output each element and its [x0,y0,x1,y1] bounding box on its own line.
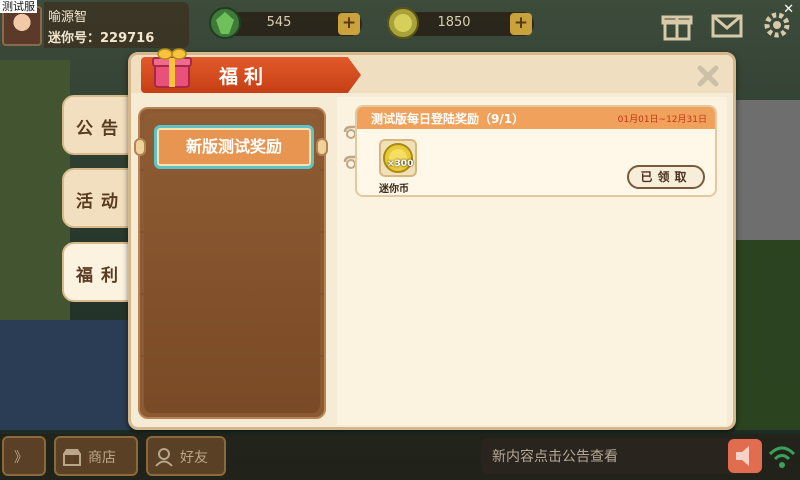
gem-value: 545 [266,15,292,30]
reward-title: 测试版每日登陆奖励（9/1） [371,112,525,126]
claimed-button[interactable]: 已领取 [627,165,705,189]
reward-category-list: 新版测试奖励 [134,107,328,419]
tab-activity-label: 活动 [76,192,126,212]
mail-icon[interactable] [710,8,744,42]
expand-button[interactable]: 》 [2,436,46,476]
friends-label: 好友 [180,450,208,466]
shop-button[interactable]: 商店 [54,436,138,476]
user-name: 喻源智 [48,10,88,25]
gem-counter: 545 + [209,7,362,39]
announcement-ticker[interactable]: 新内容点击公告查看 [482,438,762,474]
close-icon[interactable] [695,63,721,89]
top-bar: 喻源智 迷你号：229716 545 + 1850 + [0,0,800,50]
nav-knob-right [316,138,328,156]
reward-item-label: 迷你币 [379,184,409,195]
mini-coin-icon [383,143,413,173]
shop-label: 商店 [88,450,116,466]
modal-title: 福利 [219,66,270,88]
reward-item-count: ×300 [387,159,414,169]
gift-box-icon [152,48,192,88]
reward-card: 测试版每日登陆奖励（9/1） 01月01日~12月31日 ×300 迷你币 已领… [355,105,717,197]
shop-icon [63,449,81,466]
gift-icon[interactable] [660,8,694,42]
bottom-bar: 》 商店 好友 新内容点击公告查看 [0,434,800,480]
gem-add-button[interactable]: + [338,13,360,35]
welfare-modal: 福利 新版测试奖励 测试版每日登陆奖励（9/1） 01月01日~12月31日 ×… [128,48,736,430]
nav-knob-left [134,138,146,156]
nav-item-new-test-reward[interactable]: 新版测试奖励 [154,125,314,169]
user-id: 迷你号：229716 [48,31,155,46]
reward-list: 测试版每日登陆奖励（9/1） 01月01日~12月31日 ×300 迷你币 已领… [337,97,727,425]
window-title: 测试服 [0,0,37,13]
tab-announcement-label: 公告 [76,119,126,139]
friends-icon [155,448,173,467]
wifi-icon [768,446,796,468]
coin-add-button[interactable]: + [510,13,532,35]
expand-icon: 》 [14,450,28,466]
reward-date-range: 01月01日~12月31日 [617,115,707,125]
window-close-icon[interactable]: ✕ [783,2,794,17]
reward-item-slot [379,139,417,177]
speaker-button[interactable] [728,439,762,473]
tab-welfare-label: 福利 [76,266,126,286]
coin-value: 1850 [437,15,471,30]
coin-counter: 1850 + [387,7,534,39]
friends-button[interactable]: 好友 [146,436,226,476]
speaker-icon [736,446,749,466]
